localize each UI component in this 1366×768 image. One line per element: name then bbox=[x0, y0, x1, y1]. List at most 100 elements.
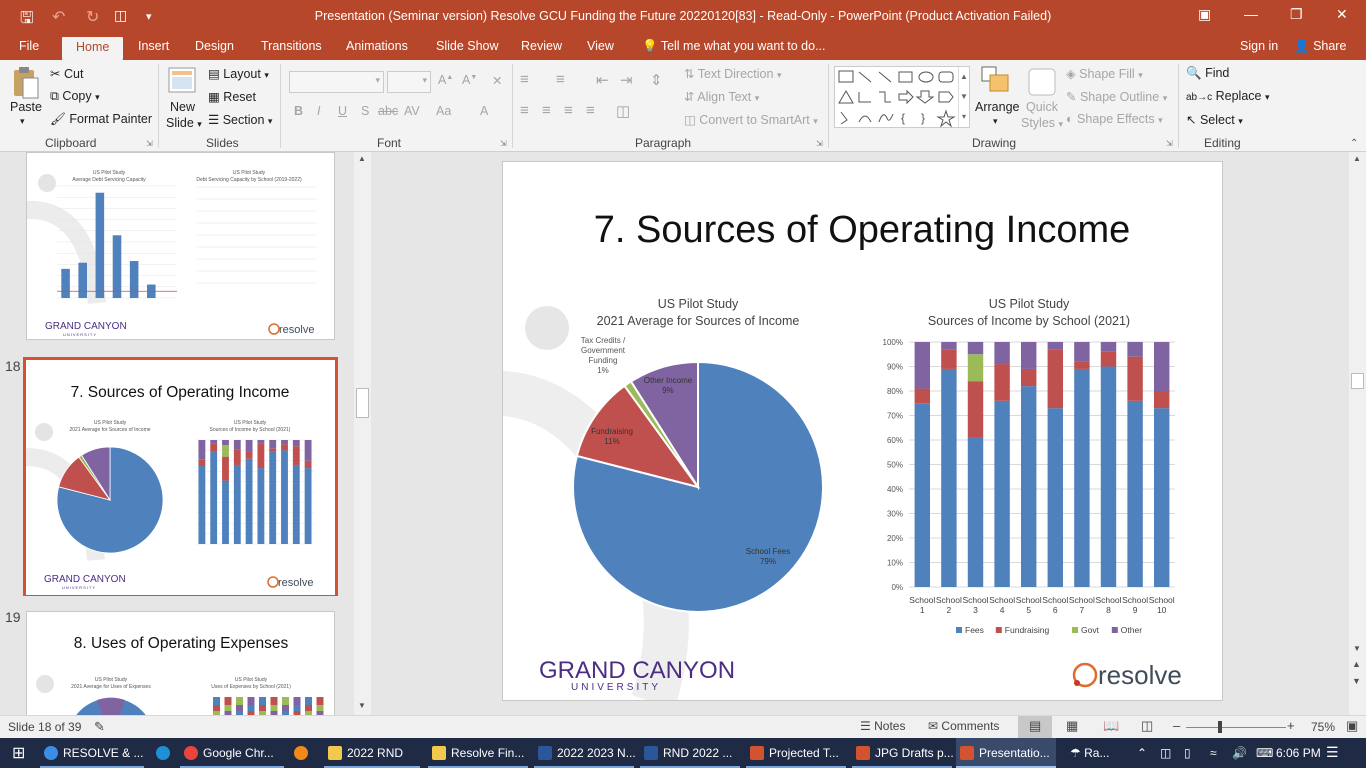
thumbnail-scrollbar[interactable]: ▲ ▼ bbox=[354, 152, 371, 715]
tab-home[interactable]: Home bbox=[62, 37, 124, 60]
decrease-font-icon[interactable]: A▼ bbox=[462, 73, 477, 87]
scroll-thumb[interactable] bbox=[356, 388, 369, 418]
bar-segment-other-1[interactable] bbox=[914, 342, 931, 389]
tab-design[interactable]: Design bbox=[195, 39, 234, 53]
bar-segment-fees-9[interactable] bbox=[1127, 400, 1143, 587]
align-right-icon[interactable]: ≡ bbox=[564, 102, 573, 119]
bar-segment-fees-10[interactable] bbox=[1153, 408, 1170, 587]
shapes-gallery[interactable]: {} ▲ ▼ ▾ bbox=[834, 66, 970, 128]
bar-segment-other-6[interactable] bbox=[1047, 342, 1064, 350]
bar-segment-fundraising-10[interactable] bbox=[1153, 391, 1170, 409]
taskbar-app-ppt-jpg[interactable]: JPG Drafts p... bbox=[852, 738, 954, 768]
bar-segment-fundraising-8[interactable] bbox=[1100, 351, 1117, 367]
current-slide[interactable]: 7. Sources of Operating Income US Pilot … bbox=[502, 161, 1223, 701]
clock[interactable]: 6:06 PM bbox=[1276, 738, 1321, 768]
shape-outline-button[interactable]: ✎ Shape Outline ▾ bbox=[1066, 89, 1167, 104]
scroll-thumb[interactable] bbox=[1351, 373, 1364, 389]
bar-segment-fundraising-6[interactable] bbox=[1047, 349, 1064, 409]
new-slide-button[interactable]: New bbox=[170, 100, 195, 114]
increase-indent-icon[interactable]: ⇥ bbox=[620, 71, 633, 89]
show-hidden-icons-icon[interactable]: ⌃ bbox=[1137, 738, 1147, 768]
align-text-button[interactable]: ⇵ Align Text ▾ bbox=[684, 89, 759, 104]
tab-transitions[interactable]: Transitions bbox=[261, 39, 322, 53]
tab-animations[interactable]: Animations bbox=[346, 39, 408, 53]
arrange-button[interactable]: Arrange bbox=[975, 100, 1019, 114]
fit-to-window-icon[interactable]: ▣ bbox=[1346, 718, 1358, 734]
zoom-slider-track[interactable] bbox=[1186, 727, 1286, 728]
shape-effects-button[interactable]: ◐ Shape Effects ▾ bbox=[1066, 112, 1163, 126]
zoom-out-icon[interactable]: – bbox=[1173, 718, 1180, 733]
windows-start-icon[interactable]: ⊞ bbox=[12, 738, 25, 768]
align-left-icon[interactable]: ≡ bbox=[520, 102, 529, 119]
bar-segment-fundraising-7[interactable] bbox=[1074, 361, 1090, 369]
weather-widget[interactable]: ☂ Ra... bbox=[1070, 738, 1109, 768]
zoom-in-icon[interactable]: + bbox=[1287, 718, 1295, 733]
quick-styles-dropdown[interactable]: Styles ▾ bbox=[1021, 116, 1063, 130]
bar-segment-fundraising-5[interactable] bbox=[1020, 368, 1037, 387]
bar-segment-fees-3[interactable] bbox=[967, 437, 984, 587]
bold-icon[interactable]: B bbox=[294, 104, 303, 118]
restore-button[interactable]: ❐ bbox=[1290, 6, 1303, 23]
font-size-combobox[interactable]: ▾ bbox=[387, 71, 431, 93]
change-case-icon[interactable]: Aa bbox=[436, 104, 451, 118]
bar-segment-fees-5[interactable] bbox=[1020, 386, 1037, 587]
bullets-icon[interactable]: ≡ bbox=[520, 71, 529, 88]
tab-insert[interactable]: Insert bbox=[138, 39, 169, 53]
align-center-icon[interactable]: ≡ bbox=[542, 102, 551, 119]
slide-title[interactable]: 7. Sources of Operating Income bbox=[594, 209, 1131, 251]
paste-dropdown-icon[interactable]: ▾ bbox=[20, 116, 25, 127]
bar-segment-other-2[interactable] bbox=[941, 342, 957, 350]
taskbar-app-word-2022-2023[interactable]: 2022 2023 N... bbox=[534, 738, 636, 768]
collapse-ribbon-icon[interactable]: ⌃ bbox=[1350, 138, 1358, 149]
taskbar-firefox[interactable] bbox=[290, 738, 316, 768]
slide-thumbnail-19[interactable]: 8. Uses of Operating Expenses US Pilot S… bbox=[26, 611, 335, 721]
minimize-button[interactable]: — bbox=[1244, 6, 1258, 22]
font-launcher-icon[interactable]: ⇲ bbox=[500, 139, 507, 148]
zoom-level[interactable]: 75% bbox=[1311, 720, 1335, 734]
tab-slide-show[interactable]: Slide Show bbox=[436, 39, 499, 53]
cut-button[interactable]: ✂ Cut bbox=[50, 66, 83, 81]
scroll-up-icon[interactable]: ▲ bbox=[1353, 154, 1361, 163]
justify-icon[interactable]: ≡ bbox=[586, 102, 595, 119]
taskbar-app-chrome[interactable]: Google Chr... bbox=[180, 738, 284, 768]
bar-segment-other-9[interactable] bbox=[1127, 342, 1143, 357]
bar-segment-fees-4[interactable] bbox=[994, 400, 1010, 587]
font-color-icon[interactable]: A bbox=[480, 104, 488, 118]
taskbar-app-resolve-fin[interactable]: Resolve Fin... bbox=[428, 738, 528, 768]
bar-segment-fundraising-9[interactable] bbox=[1127, 356, 1143, 401]
normal-view-button[interactable]: ▤ bbox=[1018, 716, 1052, 738]
bar-segment-fundraising-4[interactable] bbox=[994, 364, 1010, 401]
close-button[interactable]: ✕ bbox=[1336, 6, 1348, 23]
scroll-up-icon[interactable]: ▲ bbox=[358, 154, 366, 163]
bar-segment-fees-1[interactable] bbox=[914, 403, 931, 587]
decrease-indent-icon[interactable]: ⇤ bbox=[596, 71, 609, 89]
clipboard-launcher-icon[interactable]: ⇲ bbox=[146, 139, 153, 148]
taskbar-ie[interactable] bbox=[152, 738, 174, 768]
slide-thumbnail-17[interactable]: US Pilot Study Average Debt Servicing Ca… bbox=[26, 152, 335, 340]
slide-sorter-icon[interactable]: ▦ bbox=[1066, 718, 1078, 734]
text-direction-button[interactable]: ⇅ Text Direction ▾ bbox=[684, 66, 781, 81]
clear-formatting-icon[interactable]: ✕ bbox=[492, 73, 502, 88]
character-spacing-icon[interactable]: AV bbox=[404, 104, 420, 118]
quick-styles-icon[interactable] bbox=[1026, 66, 1058, 98]
slide-thumbnail-18[interactable]: 7. Sources of Operating Income US Pilot … bbox=[26, 360, 335, 595]
taskbar-app-word-rnd[interactable]: RND 2022 ... bbox=[640, 738, 740, 768]
new-slide-dropdown[interactable]: Slide ▾ bbox=[166, 116, 202, 130]
select-button[interactable]: ↖ Select ▾ bbox=[1186, 112, 1243, 127]
bar-segment-govt-3[interactable] bbox=[967, 354, 984, 382]
arrange-icon[interactable] bbox=[980, 65, 1012, 95]
slide-scrollbar[interactable]: ▲ ▼ ▲ ▼ bbox=[1349, 152, 1366, 715]
stacked-bar-chart[interactable]: 0% 10% 20% 30% 40% 50% 60% 70% 80% 90% 100% School 1… bbox=[883, 338, 1175, 635]
bar-segment-fees-2[interactable] bbox=[941, 368, 957, 587]
bar-segment-other-4[interactable] bbox=[994, 342, 1010, 365]
shadow-icon[interactable]: S bbox=[361, 104, 369, 118]
paste-icon[interactable] bbox=[10, 66, 40, 100]
replace-button[interactable]: ab→c Replace ▾ bbox=[1186, 89, 1270, 103]
reading-view-icon[interactable]: 📖 bbox=[1103, 718, 1119, 734]
font-name-combobox[interactable]: ▾ bbox=[289, 71, 384, 93]
comments-button[interactable]: ✉ Comments bbox=[928, 719, 999, 733]
bar-segment-other-7[interactable] bbox=[1074, 342, 1090, 362]
format-painter-button[interactable]: 🖌 Format Painter bbox=[50, 112, 152, 127]
notes-button[interactable]: ☰ Notes bbox=[860, 719, 905, 733]
sign-in-link[interactable]: Sign in bbox=[1240, 39, 1278, 53]
